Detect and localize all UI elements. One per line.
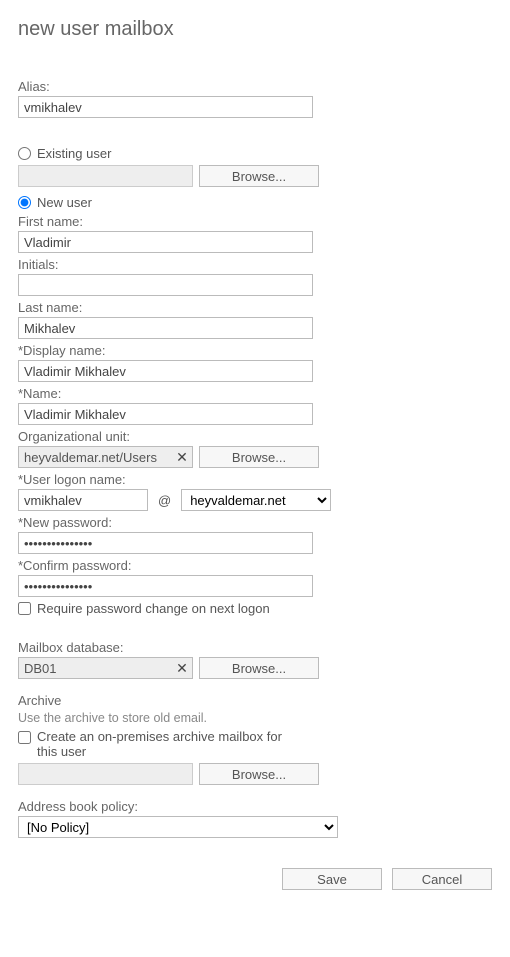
archive-browse-button[interactable]: Browse...	[199, 763, 319, 785]
save-button[interactable]: Save	[282, 868, 382, 890]
last-name-label: Last name:	[18, 300, 492, 315]
mailbox-db-browse-button[interactable]: Browse...	[199, 657, 319, 679]
name-label: *Name:	[18, 386, 492, 401]
archive-hint: Use the archive to store old email.	[18, 711, 207, 725]
first-name-input[interactable]	[18, 231, 313, 253]
logon-name-input[interactable]	[18, 489, 148, 511]
display-name-label: *Display name:	[18, 343, 492, 358]
mailbox-db-box: DB01 ✕	[18, 657, 193, 679]
existing-user-label: Existing user	[37, 146, 111, 161]
logon-label: *User logon name:	[18, 472, 492, 487]
archive-checkbox[interactable]	[18, 731, 31, 744]
last-name-input[interactable]	[18, 317, 313, 339]
mailbox-db-label: Mailbox database:	[18, 640, 492, 655]
new-password-input[interactable]	[18, 532, 313, 554]
org-unit-value: heyvaldemar.net/Users	[19, 450, 172, 465]
alias-label: Alias:	[18, 79, 492, 94]
org-unit-box: heyvaldemar.net/Users ✕	[18, 446, 193, 468]
page-title: new user mailbox	[18, 18, 492, 41]
confirm-password-label: *Confirm password:	[18, 558, 492, 573]
logon-domain-select[interactable]: heyvaldemar.net	[181, 489, 331, 511]
existing-user-box	[18, 165, 193, 187]
archive-opt-label: Create an on-premises archive mailbox fo…	[37, 729, 297, 759]
require-change-label: Require password change on next logon	[37, 601, 270, 616]
name-input[interactable]	[18, 403, 313, 425]
first-name-label: First name:	[18, 214, 492, 229]
org-unit-label: Organizational unit:	[18, 429, 492, 444]
initials-label: Initials:	[18, 257, 492, 272]
org-unit-browse-button[interactable]: Browse...	[199, 446, 319, 468]
at-symbol: @	[154, 493, 175, 508]
abp-label: Address book policy:	[18, 799, 492, 814]
alias-input[interactable]	[18, 96, 313, 118]
require-change-checkbox[interactable]	[18, 602, 31, 615]
archive-db-box	[18, 763, 193, 785]
new-user-label: New user	[37, 195, 92, 210]
display-name-input[interactable]	[18, 360, 313, 382]
initials-input[interactable]	[18, 274, 313, 296]
mailbox-db-value: DB01	[19, 661, 172, 676]
abp-select[interactable]: [No Policy]	[18, 816, 338, 838]
new-user-radio[interactable]	[18, 196, 31, 209]
org-unit-clear-icon[interactable]: ✕	[172, 449, 192, 466]
archive-title: Archive	[18, 693, 492, 708]
mailbox-db-clear-icon[interactable]: ✕	[172, 660, 192, 677]
confirm-password-input[interactable]	[18, 575, 313, 597]
cancel-button[interactable]: Cancel	[392, 868, 492, 890]
new-password-label: *New password:	[18, 515, 492, 530]
existing-user-radio[interactable]	[18, 147, 31, 160]
existing-user-browse-button[interactable]: Browse...	[199, 165, 319, 187]
